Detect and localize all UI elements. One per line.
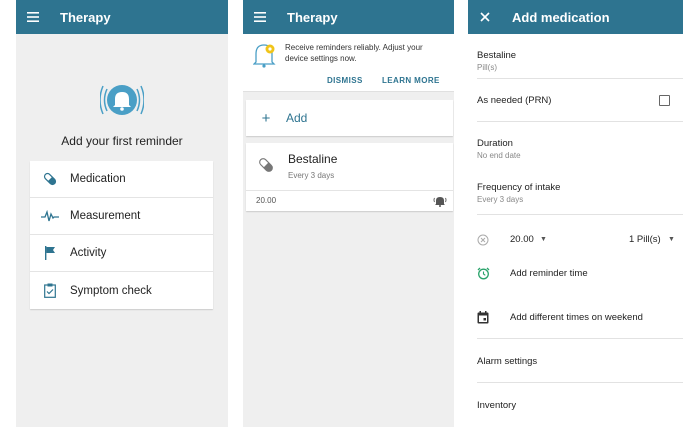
flag-icon <box>30 246 70 260</box>
empty-state-heading: Add your first reminder <box>61 134 183 148</box>
dose-amount-select[interactable]: 1 Pill(s) <box>629 234 661 245</box>
app-bar: Therapy <box>243 0 454 34</box>
divider <box>477 214 683 215</box>
remove-dose-icon[interactable] <box>477 233 489 251</box>
dose-time-select[interactable]: 20.00 <box>510 234 534 245</box>
therapy-empty-screen: Therapy Add your first reminder Medicati… <box>16 0 228 427</box>
inventory-item[interactable]: Inventory <box>477 400 516 411</box>
clipboard-icon <box>30 283 70 298</box>
learn-more-button[interactable]: LEARN MORE <box>382 76 440 85</box>
app-bar: Therapy <box>16 0 228 34</box>
add-reminder-time-button[interactable]: Add reminder time <box>510 268 588 279</box>
banner-message: Receive reminders reliably. Adjust your … <box>285 43 423 63</box>
divider <box>477 382 683 383</box>
option-label: Symptom check <box>70 284 152 297</box>
medication-card[interactable]: Bestaline Every 3 days 20.00 <box>246 143 453 211</box>
weekend-times-button[interactable]: Add different times on weekend <box>510 312 643 323</box>
bell-settings-icon <box>252 42 277 68</box>
option-symptom-check[interactable]: Symptom check <box>30 272 213 309</box>
duration-label[interactable]: Duration <box>477 138 513 149</box>
therapy-list-screen: Therapy Receive reminders reliably. Adju… <box>243 0 454 427</box>
calendar-icon <box>477 311 489 329</box>
menu-icon[interactable] <box>253 10 267 24</box>
option-label: Measurement <box>70 210 141 222</box>
alarm-icon <box>433 194 447 212</box>
medication-unit: Pill(s) <box>477 63 497 72</box>
pill-icon <box>258 157 274 178</box>
alarm-clock-icon <box>477 267 490 285</box>
amount-dropdown-icon: ▼ <box>668 236 675 243</box>
pill-icon <box>30 172 70 186</box>
as-needed-label: As needed (PRN) <box>477 95 552 106</box>
medication-name[interactable]: Bestaline <box>477 50 516 61</box>
option-medication[interactable]: Medication <box>30 161 213 198</box>
divider <box>477 338 683 339</box>
card-divider <box>246 190 453 191</box>
option-label: Activity <box>70 247 107 259</box>
as-needed-checkbox[interactable] <box>659 95 670 106</box>
add-label: Add <box>286 111 308 125</box>
medication-name: Bestaline <box>288 152 338 166</box>
frequency-value: Every 3 days <box>477 195 524 204</box>
option-activity[interactable]: Activity <box>30 235 213 272</box>
menu-icon[interactable] <box>26 10 40 24</box>
option-label: Medication <box>70 173 126 185</box>
page: Therapy Add your first reminder Medicati… <box>0 0 700 427</box>
app-title: Add medication <box>512 9 610 25</box>
add-button[interactable]: + Add <box>246 100 453 136</box>
divider <box>477 78 683 79</box>
divider <box>477 121 683 122</box>
time-dropdown-icon: ▼ <box>540 236 547 243</box>
ringing-bell-icon <box>99 80 145 120</box>
alarm-settings-item[interactable]: Alarm settings <box>477 356 537 367</box>
reminder-time: 20.00 <box>256 196 277 205</box>
reminder-type-list: Medication Measurement Activity Symptom … <box>30 161 213 309</box>
medication-schedule: Every 3 days <box>288 171 335 180</box>
duration-value: No end date <box>477 151 521 160</box>
settings-banner: Receive reminders reliably. Adjust your … <box>243 34 454 92</box>
dismiss-button[interactable]: DISMISS <box>327 76 363 85</box>
close-icon[interactable] <box>478 10 492 24</box>
app-title: Therapy <box>287 9 338 25</box>
pulse-icon <box>30 210 70 222</box>
plus-icon: + <box>261 109 271 127</box>
option-measurement[interactable]: Measurement <box>30 198 213 235</box>
app-title: Therapy <box>60 9 111 25</box>
frequency-label[interactable]: Frequency of intake <box>477 182 560 193</box>
add-medication-screen: Add medication Bestaline Pill(s) As need… <box>468 0 683 427</box>
app-bar: Add medication <box>468 0 683 34</box>
